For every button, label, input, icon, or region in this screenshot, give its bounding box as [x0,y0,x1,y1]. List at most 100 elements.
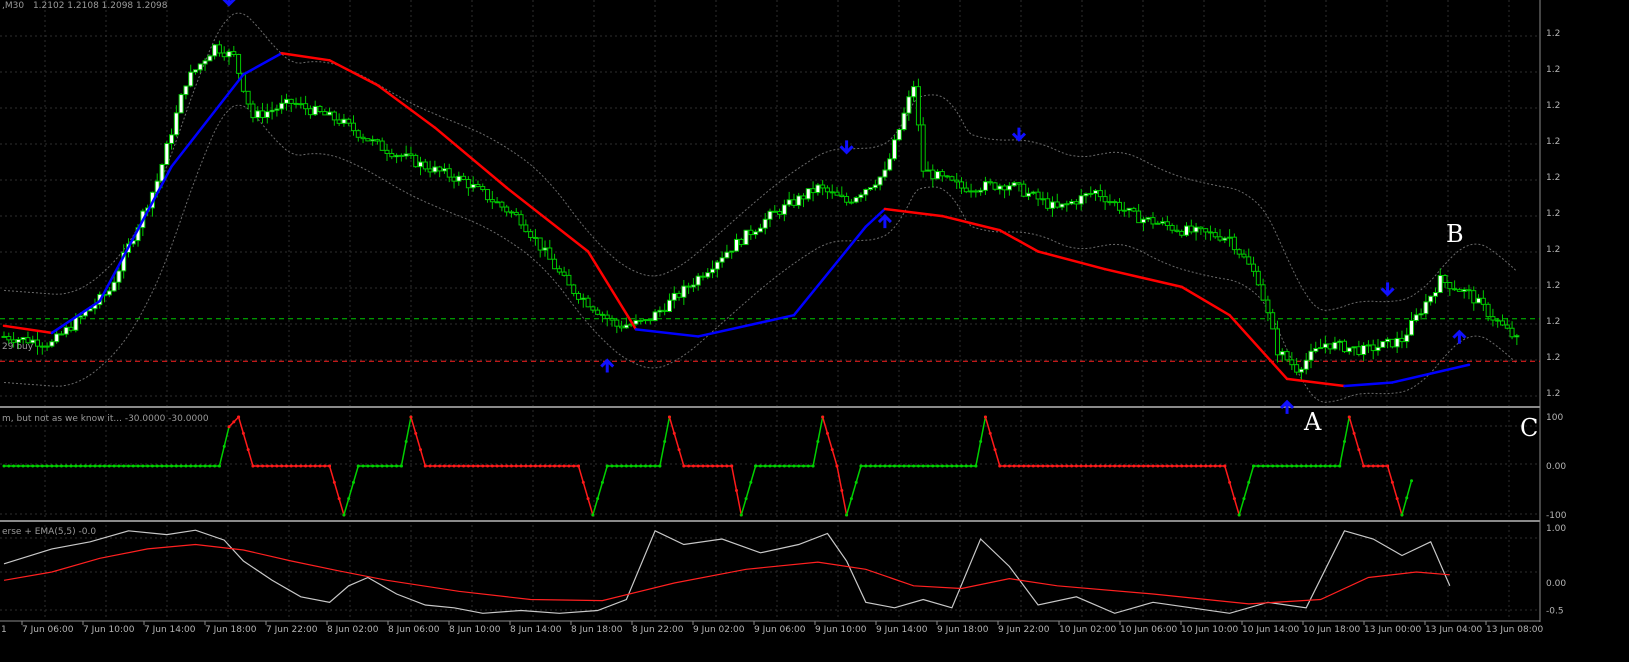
osc1-point [79,464,83,468]
down-arrow-icon[interactable] [1380,282,1395,297]
candle-body [1227,236,1233,239]
candle-body [973,190,979,193]
osc1-point [313,464,317,468]
candle-body [494,201,500,204]
x-tick: 9 Jun 14:00 [876,625,928,635]
osc1-point [715,464,719,468]
osc1-point [366,464,370,468]
main-y-tick: 1.2 [1546,245,1560,255]
candle-body [1078,195,1084,205]
candle-body [719,257,725,263]
candle-body [777,210,783,215]
panel-separators [0,0,1541,622]
candle-body [700,275,706,278]
osc1-point [399,464,403,468]
osc1-point [1007,464,1011,468]
x-tick: 8 Jun 02:00 [327,625,379,635]
candle-body [633,319,639,325]
candle-body [772,210,778,213]
osc1-point [299,464,303,468]
candle-body [432,166,438,173]
osc1-point [873,464,877,468]
up-arrow-icon[interactable] [877,213,892,229]
osc1-point [222,444,226,448]
candle-body [1365,344,1371,347]
candle-body [863,188,869,196]
candle-body [676,292,682,298]
down-arrow-icon[interactable] [1011,127,1027,142]
candle-body [1203,228,1209,233]
osc1-point [1108,464,1112,468]
osc1-segment [1386,465,1403,516]
candle-body [1428,295,1434,303]
candle-body [542,247,548,251]
osc1-point [1275,464,1279,468]
main-panel-title: ,M30 1.2102 1.2108 1.2098 1.2098 [2,1,168,11]
osc1-point [1189,464,1193,468]
osc1-point [1041,464,1045,468]
candle-body [556,268,562,273]
osc1-point [146,464,150,468]
osc1-point [1194,464,1198,468]
osc1-point [754,464,758,468]
candle-body [643,319,649,322]
osc1-point [960,464,963,468]
up-arrow-shape [877,213,892,229]
osc1-point [1285,464,1289,468]
osc1-point [993,448,997,452]
osc1-point [543,464,547,468]
osc1-point [577,464,580,468]
candle-body [111,281,117,292]
ma-segment [634,328,700,338]
candle-body [1332,341,1338,350]
candle-body [1260,284,1266,301]
osc1-point [1304,464,1308,468]
candle-body [571,284,577,294]
candle-body [197,63,203,71]
candle-body [1059,203,1065,208]
candle-body [1,335,7,338]
osc1-point [1074,464,1078,468]
candle-body [523,224,529,233]
x-tick: 10 Jun 10:00 [1181,625,1238,635]
main-y-tick: 1.2 [1546,173,1560,183]
candle-body [1466,289,1472,292]
candle-body [738,238,744,246]
osc1-point [1266,464,1270,468]
ma-segment [883,207,944,218]
candle-body [1423,301,1429,315]
osc1-point [1027,464,1031,468]
osc1-point [720,464,724,468]
candle-body [1179,230,1185,236]
osc1-y-tick: 0.00 [1546,462,1566,472]
up-arrow-icon[interactable] [1279,399,1295,414]
osc1-point [1280,464,1284,468]
up-arrow-icon[interactable] [600,358,615,373]
candle-body [872,184,878,189]
candle-body [1006,185,1012,191]
candle-body [982,181,988,191]
candle-body [590,306,596,311]
ma-segment [1180,285,1231,317]
candle-body [1251,263,1257,272]
osc1-point [1232,497,1236,501]
osc1-point [117,464,121,468]
osc1-segment [410,416,427,467]
osc1-point [241,431,245,435]
up-arrow-icon[interactable] [1452,329,1467,344]
up-arrow-shape [1452,329,1467,344]
candle-body [164,142,170,165]
osc1-point [74,464,78,468]
osc1-point [280,464,284,468]
osc1-point [1319,464,1323,468]
osc1-point [663,440,667,443]
x-tick: 7 Jun 10:00 [83,625,135,635]
osc2-y-tick: 0.00 [1546,579,1566,589]
down-arrow-icon[interactable] [222,0,236,7]
candle-body [499,201,505,208]
candle-body [681,285,687,298]
osc1-point [1357,448,1361,452]
candle-body [193,69,198,73]
osc1-point [964,464,968,468]
down-arrow-icon[interactable] [839,140,854,155]
